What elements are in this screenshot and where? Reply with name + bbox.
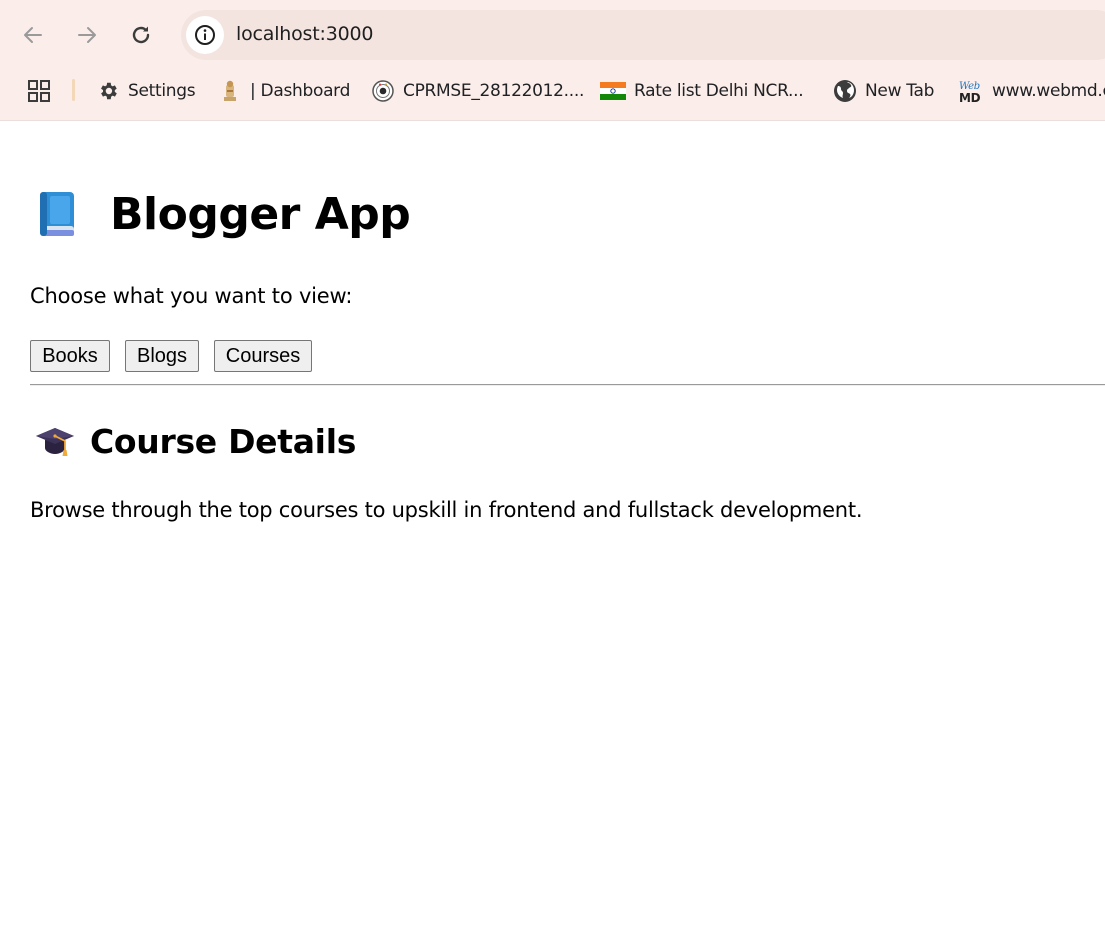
app-title-text: Blogger App [110, 188, 411, 240]
back-button[interactable] [15, 17, 51, 53]
bookmark-new-tab[interactable]: New Tab [833, 77, 934, 105]
apps-grid-button[interactable] [27, 79, 51, 107]
bookmark-settings[interactable]: Settings [96, 77, 196, 105]
gear-icon [96, 79, 120, 103]
info-icon [195, 25, 215, 45]
books-button[interactable]: Books [30, 340, 110, 372]
bookmark-dashboard[interactable]: | Dashboard [218, 77, 350, 105]
india-flag-icon [600, 79, 626, 103]
svg-text:MD: MD [959, 91, 981, 104]
bookmark-webmd[interactable]: Web MD www.webmd.c [958, 77, 1105, 105]
forward-button[interactable] [69, 17, 105, 53]
forward-arrow-icon [78, 27, 96, 43]
blue-book-icon [30, 188, 82, 240]
globe-icon [833, 79, 857, 103]
emblem-icon [218, 79, 242, 103]
bookmark-label: New Tab [865, 81, 935, 101]
url-text[interactable]: localhost:3000 [236, 23, 373, 45]
bookmark-cprmse[interactable]: CPRMSE_28122012.... [371, 77, 584, 105]
bookmark-label: | Dashboard [250, 81, 351, 101]
bookmark-label: Rate list Delhi NCR... [634, 81, 804, 101]
seal-icon [371, 79, 395, 103]
blogs-button[interactable]: Blogs [125, 340, 199, 372]
page-title: Blogger App [30, 188, 411, 240]
bookmark-label: Settings [128, 81, 196, 101]
bookmarks-separator [72, 79, 75, 101]
bookmark-label: www.webmd.c [992, 81, 1105, 101]
page-content: Blogger App Choose what you want to view… [0, 122, 1105, 943]
bookmark-label: CPRMSE_28122012.... [403, 81, 585, 101]
bookmarks-bar: Settings | Dashboard CPRMSE_28122012.... [0, 68, 1105, 121]
reload-icon [132, 26, 150, 44]
site-info-button[interactable] [186, 16, 224, 54]
address-bar[interactable]: localhost:3000 [181, 10, 1105, 60]
section-divider [30, 384, 1105, 386]
browser-toolbar: localhost:3000 [0, 0, 1105, 68]
bookmark-rate-list[interactable]: Rate list Delhi NCR... [600, 77, 804, 105]
graduation-cap-icon [34, 420, 76, 462]
reload-button[interactable] [123, 17, 159, 53]
view-prompt: Choose what you want to view: [30, 284, 353, 308]
section-title: Course Details [34, 420, 356, 462]
back-arrow-icon [24, 27, 42, 43]
webmd-logo-icon: Web MD [958, 79, 984, 104]
section-title-text: Course Details [90, 421, 357, 461]
section-description: Browse through the top courses to upskil… [30, 498, 863, 522]
apps-grid-icon [28, 80, 50, 102]
courses-button[interactable]: Courses [214, 340, 312, 372]
